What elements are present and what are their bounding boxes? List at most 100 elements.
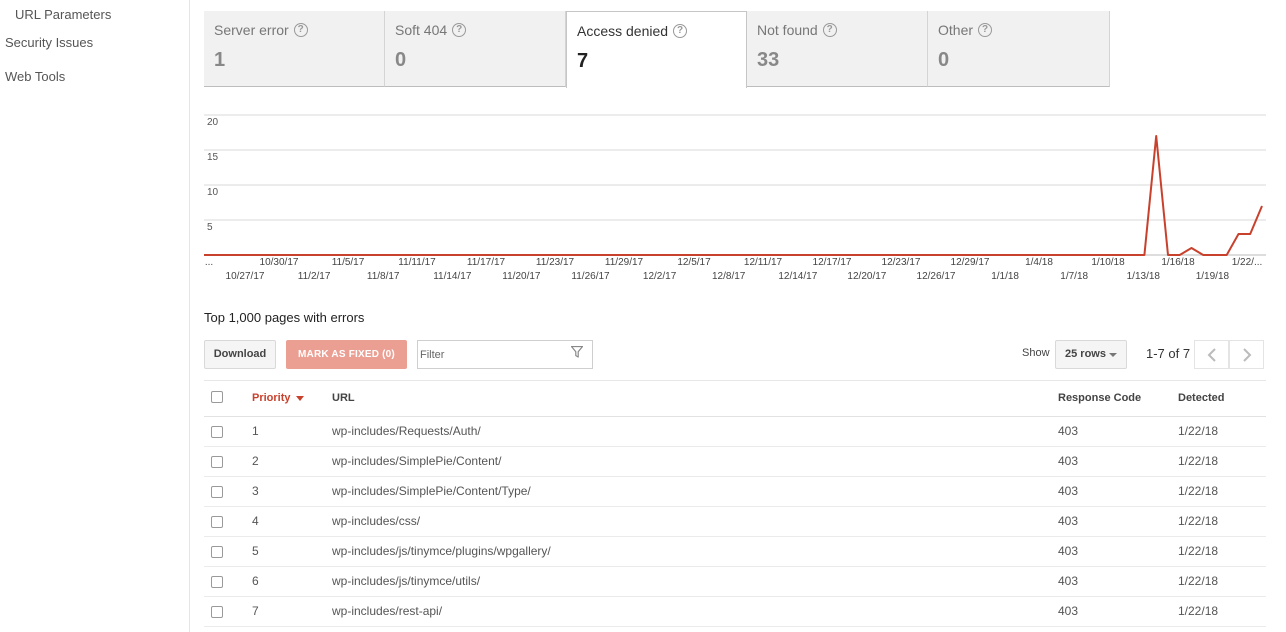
x-tick-label: 12/11/17 — [743, 257, 783, 268]
tab-label: Not found — [757, 22, 818, 38]
x-tick-label: 12/5/17 — [677, 257, 711, 268]
funnel-icon[interactable] — [571, 346, 583, 358]
show-label: Show — [1022, 347, 1050, 359]
download-button[interactable]: Download — [204, 340, 276, 369]
priority-cell: 5 — [252, 544, 259, 558]
sidebar: URL Parameters Security Issues Web Tools — [0, 0, 190, 632]
x-tick-label: 12/26/17 — [916, 271, 956, 282]
mark-as-fixed-button[interactable]: MARK AS FIXED (0) — [286, 340, 407, 369]
row-checkbox[interactable] — [211, 426, 223, 438]
url-cell[interactable]: wp-includes/SimplePie/Content/Type/ — [332, 484, 531, 498]
y-tick-label: 5 — [207, 222, 213, 233]
tab-access-denied[interactable]: Access denied? 7 — [566, 11, 747, 88]
table-row[interactable]: 6 wp-includes/js/tinymce/utils/403 1/22/18 — [204, 567, 1266, 597]
row-checkbox[interactable] — [211, 576, 223, 588]
response-code-column-header[interactable]: Response Code — [1058, 392, 1141, 404]
x-tick-label: ... — [204, 257, 214, 268]
url-cell[interactable]: wp-includes/css/ — [332, 514, 420, 528]
row-checkbox[interactable] — [211, 516, 223, 528]
table-row[interactable]: 4 wp-includes/css/403 1/22/18 — [204, 507, 1266, 537]
priority-column-header[interactable]: Priority — [252, 392, 304, 404]
row-checkbox[interactable] — [211, 546, 223, 558]
tab-server-error[interactable]: Server error? 1 — [204, 11, 385, 87]
x-tick-label: 11/23/17 — [535, 257, 575, 268]
previous-page-button[interactable] — [1194, 340, 1229, 369]
rows-per-page-value: 25 rows — [1065, 348, 1106, 360]
errors-over-time-chart: 20 15 10 5... 10/30/17 11/5/17 11/11/17 11/17/1… — [204, 110, 1266, 290]
filter-input[interactable] — [420, 346, 570, 364]
row-checkbox[interactable] — [211, 486, 223, 498]
x-tick-label: 12/14/17 — [778, 271, 818, 282]
response-code-cell: 403 — [1058, 484, 1079, 498]
sidebar-item-url-parameters[interactable]: URL Parameters — [15, 7, 111, 22]
tab-label: Soft 404 — [395, 22, 448, 38]
x-tick-label: 1/16/18 — [1161, 257, 1195, 268]
url-cell[interactable]: wp-includes/js/tinymce/utils/ — [332, 574, 480, 588]
url-cell[interactable]: wp-includes/rest-api/ — [332, 604, 442, 618]
sidebar-item-security-issues[interactable]: Security Issues — [5, 35, 93, 50]
row-checkbox[interactable] — [211, 456, 223, 468]
chevron-left-icon — [1207, 347, 1216, 362]
sidebar-item-web-tools[interactable]: Web Tools — [5, 69, 65, 84]
priority-cell: 1 — [252, 424, 259, 438]
x-tick-label: 11/11/17 — [398, 257, 436, 268]
x-tick-label: 10/30/17 — [259, 257, 299, 268]
x-tick-label: 1/1/18 — [991, 271, 1019, 282]
detected-cell: 1/22/18 — [1178, 604, 1219, 618]
x-tick-label: 12/2/17 — [642, 271, 677, 282]
table-row[interactable]: 1 wp-includes/Requests/Auth/403 1/22/18 — [204, 417, 1266, 447]
table-header: Priority URL Response Code Detected — [204, 380, 1266, 417]
next-page-button[interactable] — [1229, 340, 1264, 369]
response-code-cell: 403 — [1058, 454, 1079, 468]
y-tick-label: 15 — [207, 152, 219, 163]
x-tick-label: 11/29/17 — [604, 257, 644, 268]
x-tick-label: 11/14/17 — [433, 271, 472, 282]
x-tick-label: 11/26/17 — [571, 271, 610, 282]
tab-not-found[interactable]: Not found? 33 — [747, 11, 928, 87]
detected-cell: 1/22/18 — [1178, 484, 1219, 498]
x-tick-label: 12/29/17 — [950, 257, 990, 268]
x-tick-label: 1/7/18 — [1060, 271, 1089, 282]
filter-box — [417, 340, 593, 369]
section-title: Top 1,000 pages with errors — [204, 310, 365, 325]
x-tick-label: 11/20/17 — [502, 271, 541, 282]
help-icon[interactable]: ? — [673, 24, 688, 38]
x-tick-label: 12/20/17 — [847, 271, 887, 282]
x-tick-label: 1/4/18 — [1025, 257, 1053, 268]
x-tick-label: 12/17/17 — [812, 257, 852, 268]
help-icon[interactable]: ? — [293, 23, 308, 37]
help-icon[interactable]: ? — [452, 23, 467, 37]
tab-count: 1 — [214, 49, 226, 71]
y-tick-label: 10 — [207, 187, 219, 198]
chevron-down-icon — [1109, 353, 1117, 357]
response-code-cell: 403 — [1058, 574, 1079, 588]
response-code-cell: 403 — [1058, 544, 1079, 558]
table-row[interactable]: 7 wp-includes/rest-api/403 1/22/18 — [204, 597, 1266, 627]
table-row[interactable]: 5 wp-includes/js/tinymce/plugins/wpgaller… — [204, 537, 1266, 567]
detected-cell: 1/22/18 — [1178, 454, 1219, 468]
table-row[interactable]: 2 wp-includes/SimplePie/Content/403 1/22/1… — [204, 447, 1266, 477]
help-icon[interactable]: ? — [822, 23, 837, 37]
url-cell[interactable]: wp-includes/Requests/Auth/ — [332, 424, 481, 438]
x-tick-label: 12/23/17 — [881, 257, 921, 268]
select-all-checkbox[interactable] — [211, 391, 223, 403]
x-tick-label: 12/8/17 — [712, 271, 746, 282]
url-cell[interactable]: wp-includes/SimplePie/Content/ — [332, 454, 501, 468]
rows-per-page-select[interactable]: 25 rows — [1055, 340, 1127, 369]
detected-column-header[interactable]: Detected — [1178, 392, 1224, 404]
x-tick-label: 1/22/... — [1231, 257, 1263, 268]
page-range: 1-7 of 7 — [1146, 346, 1191, 361]
url-cell[interactable]: wp-includes/js/tinymce/plugins/wpgallery… — [332, 544, 551, 558]
help-icon[interactable]: ? — [978, 23, 993, 37]
tab-count: 0 — [938, 49, 950, 71]
tab-count: 33 — [757, 49, 780, 71]
url-column-header[interactable]: URL — [332, 392, 355, 404]
x-tick-label: 11/5/17 — [331, 257, 365, 268]
priority-cell: 7 — [252, 604, 259, 618]
tab-other[interactable]: Other? 0 — [928, 11, 1110, 87]
tab-soft-404[interactable]: Soft 404? 0 — [385, 11, 566, 87]
table-row[interactable]: 3 wp-includes/SimplePie/Content/Type/403 1… — [204, 477, 1266, 507]
priority-cell: 4 — [252, 514, 259, 528]
row-checkbox[interactable] — [211, 606, 223, 618]
x-tick-label: 1/13/18 — [1126, 271, 1160, 282]
